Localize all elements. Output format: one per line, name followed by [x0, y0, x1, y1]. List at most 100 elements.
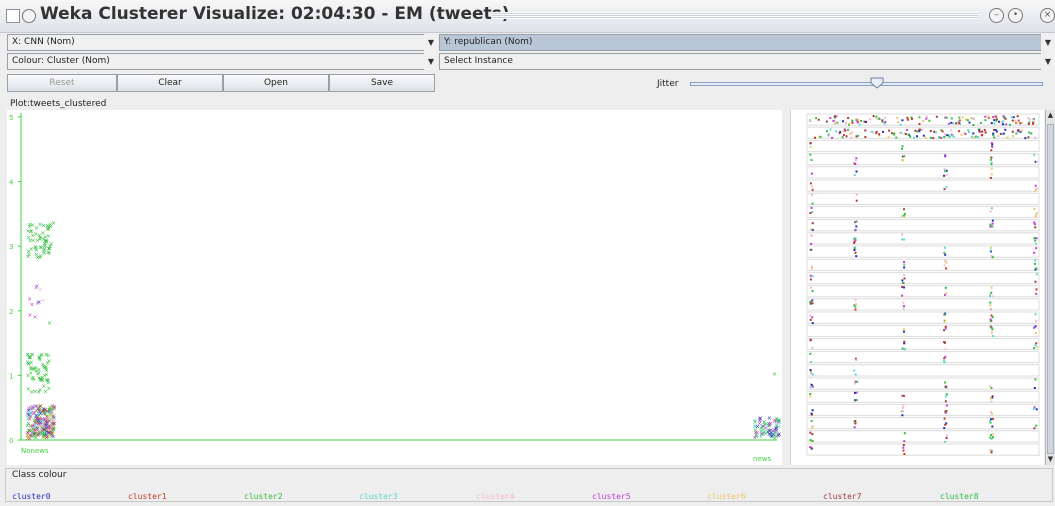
matrix-point [1033, 251, 1036, 254]
matrix-point [1002, 115, 1005, 118]
matrix-cell[interactable] [806, 403, 1040, 417]
matrix-cell[interactable] [806, 417, 1040, 430]
matrix-cell[interactable] [806, 443, 1040, 456]
jitter-slider-thumb[interactable] [870, 77, 884, 89]
matrix-cell[interactable] [806, 285, 1040, 298]
reset-button[interactable]: Reset [7, 74, 117, 92]
matrix-point [969, 117, 972, 120]
legend-item[interactable]: cluster4 [476, 492, 515, 501]
close-icon[interactable]: × [1040, 8, 1055, 23]
legend-item[interactable]: cluster1 [128, 492, 167, 501]
colour-dropdown-arrow-icon[interactable]: ▼ [424, 53, 438, 70]
scatter-plot-canvas[interactable]: 012345 ××× ××××××××××××××××××××× ×××××××××… [7, 110, 782, 465]
x-axis-select[interactable]: X: CNN (Nom) [7, 34, 429, 51]
clear-button[interactable]: Clear [117, 74, 223, 92]
matrix-cell[interactable] [806, 153, 1040, 166]
matrix-point [918, 122, 921, 125]
matrix-point [854, 159, 857, 162]
matrix-point [991, 335, 994, 338]
colour-select[interactable]: Colour: Cluster (Nom) [7, 53, 429, 70]
select-instance-select[interactable]: Select Instance [439, 53, 1043, 70]
matrix-point [855, 303, 858, 306]
data-point: × [47, 320, 52, 327]
matrix-cell[interactable] [806, 232, 1040, 245]
scatter-matrix-panel[interactable] [790, 110, 1044, 465]
legend-item[interactable]: cluster5 [592, 492, 631, 501]
matrix-point [1019, 122, 1022, 125]
maximize-icon[interactable]: • [1008, 8, 1023, 23]
matrix-point [810, 172, 813, 175]
matrix-cell[interactable] [806, 337, 1040, 351]
matrix-cell[interactable] [806, 377, 1040, 390]
scroll-up-icon[interactable]: ▲ [1046, 110, 1055, 120]
y-axis-select[interactable]: Y: republican (Nom) [439, 34, 1043, 51]
minimize-icon[interactable]: – [989, 8, 1004, 23]
matrix-scrollbar[interactable]: ▲ ▼ [1045, 110, 1055, 465]
matrix-point [944, 253, 947, 256]
x-axis-dropdown-arrow-icon[interactable]: ▼ [424, 34, 438, 51]
matrix-point [922, 119, 925, 122]
matrix-cell[interactable] [806, 364, 1040, 377]
matrix-point [902, 404, 905, 407]
matrix-point [1033, 221, 1036, 224]
matrix-point [906, 128, 909, 131]
matrix-point [809, 278, 812, 281]
matrix-cell[interactable] [806, 179, 1040, 192]
legend-item[interactable]: cluster2 [244, 492, 283, 501]
matrix-cell[interactable] [806, 245, 1040, 258]
scatter-plot[interactable]: 012345 × × × × × × × × × × × × × × × × × × × × × × × × × × × × × × × × ×… [7, 110, 782, 465]
matrix-cell[interactable] [806, 192, 1040, 205]
matrix-point [984, 119, 987, 122]
matrix-cell[interactable] [806, 324, 1040, 337]
matrix-point [990, 167, 993, 170]
jitter-slider[interactable] [690, 82, 1043, 86]
legend-item[interactable]: cluster8 [940, 492, 979, 501]
matrix-point [831, 136, 834, 139]
matrix-point [860, 120, 863, 123]
matrix-cell[interactable] [806, 139, 1040, 153]
matrix-cell[interactable] [806, 166, 1040, 179]
matrix-cell[interactable] [806, 351, 1040, 364]
matrix-point [960, 133, 963, 136]
matrix-cell[interactable] [806, 271, 1040, 285]
legend-item[interactable]: cluster6 [707, 492, 746, 501]
save-button[interactable]: Save [329, 74, 435, 92]
matrix-point [977, 136, 980, 139]
matrix-point [990, 207, 993, 210]
data-point: × [752, 435, 757, 442]
matrix-point [811, 275, 814, 278]
matrix-point [809, 314, 812, 317]
data-point: × [40, 297, 45, 304]
matrix-cell[interactable] [806, 298, 1040, 311]
matrix-cell[interactable] [806, 430, 1040, 443]
matrix-point [945, 393, 948, 396]
matrix-point [836, 121, 839, 124]
matrix-point [945, 261, 948, 264]
matrix-point [989, 436, 992, 439]
matrix-cell[interactable] [806, 390, 1040, 403]
window-menu-icon[interactable] [22, 9, 36, 23]
matrix-cell[interactable] [806, 219, 1040, 232]
matrix-point [901, 406, 904, 409]
matrix-point [875, 115, 878, 118]
data-point: × [30, 366, 35, 373]
matrix-cell[interactable] [806, 258, 1040, 271]
matrix-point [811, 222, 814, 225]
matrix-point [993, 136, 996, 139]
matrix-cell[interactable] [806, 311, 1040, 324]
open-button[interactable]: Open [223, 74, 329, 92]
legend-item[interactable]: cluster3 [359, 492, 398, 501]
y-axis-dropdown-arrow-icon[interactable]: ▼ [1041, 34, 1055, 51]
legend-item[interactable]: cluster7 [823, 492, 862, 501]
matrix-point [993, 128, 996, 131]
matrix-point [991, 145, 994, 148]
matrix-point [992, 132, 995, 135]
scrollbar-thumb[interactable] [1047, 124, 1054, 454]
select-instance-dropdown-arrow-icon[interactable]: ▼ [1041, 53, 1055, 70]
legend-item[interactable]: cluster0 [12, 492, 51, 501]
data-point: × [37, 355, 42, 362]
matrix-point [994, 115, 997, 118]
scroll-down-icon[interactable]: ▼ [1046, 454, 1055, 464]
matrix-cell[interactable] [806, 205, 1040, 219]
scatter-matrix-canvas[interactable] [791, 110, 1044, 465]
